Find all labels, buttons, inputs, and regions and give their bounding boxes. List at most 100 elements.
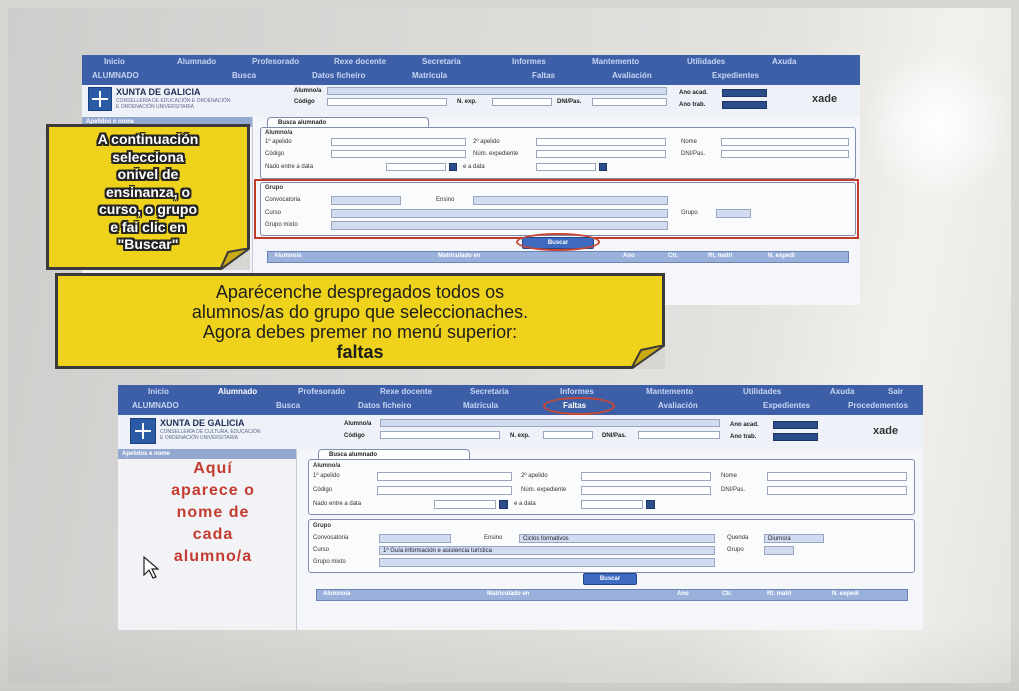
data-fin-field[interactable] [536,163,596,171]
dni-field[interactable] [592,98,667,106]
e-a-data-label: e a data [514,501,536,507]
ano-acad-field[interactable] [722,89,767,97]
nome-field[interactable] [721,138,849,146]
grupo-mixto-select[interactable] [379,558,715,567]
n-exp-field[interactable] [543,431,593,439]
nav-item-rexe[interactable]: Rexe docente [334,57,386,66]
n-exp-field[interactable] [492,98,552,106]
codigo2-field[interactable] [331,150,466,158]
alumno-section-label: Alumno/a [265,130,293,136]
subnav-avaliacion[interactable]: Avaliación [658,401,698,410]
subnav-busca[interactable]: Busca [232,71,256,80]
convocatoria-select[interactable] [379,534,451,543]
subnav-expedientes[interactable]: Expedientes [712,71,759,80]
ap1-label: 1º apelido [265,139,292,145]
callout-left-text: A continuación selecciona onivel de ensi… [49,131,247,254]
ano-trab-field[interactable] [722,101,767,109]
calendar-icon[interactable] [646,500,655,509]
nav-item-axuda[interactable]: Axuda [772,57,796,66]
e-a-data-label: e a data [463,164,485,170]
results-header: Alumno/a Matriculado en Ano Ctr. Rt. mat… [316,589,908,601]
calendar-icon[interactable] [499,500,508,509]
codigo-field[interactable] [380,431,500,439]
dni2-field[interactable] [767,486,907,495]
subnav-busca[interactable]: Busca [276,401,300,410]
alumno-field[interactable] [380,419,720,427]
ap2-field[interactable] [536,138,666,146]
nav-item-sair[interactable]: Sair [888,387,903,396]
curso-label: Curso [313,547,330,553]
nav-item-informes[interactable]: Informes [560,387,594,396]
ano-trab-field[interactable] [773,433,818,441]
subnav-matricula[interactable]: Matrícula [412,71,447,80]
grupo-select[interactable] [764,546,794,555]
codigo2-label: Código [313,487,333,493]
dni2-field[interactable] [721,150,849,158]
nav-item-utilidades[interactable]: Utilidades [743,387,781,396]
subnav-alumnado: ALUMNADO [92,71,139,80]
subnav-procedementos[interactable]: Procedementos [848,401,908,410]
nav-item-profesorado[interactable]: Profesorado [252,57,299,66]
nav-item-profesorado[interactable]: Profesorado [298,387,345,396]
nav-item-alumnado[interactable]: Alumnado [218,387,257,396]
nav-item-axuda[interactable]: Axuda [830,387,854,396]
subnav-datos[interactable]: Datos ficheiro [358,401,411,410]
calendar-icon[interactable] [599,163,607,171]
nav-item-secretaria[interactable]: Secretaría [470,387,509,396]
results-header: Alumno/a Matriculado en Ano Ctr. Rt. mat… [267,251,849,263]
ano-acad-field[interactable] [773,421,818,429]
codigo-field[interactable] [327,98,447,106]
subnav-expedientes[interactable]: Expedientes [763,401,810,410]
quenda-label: Quenda [727,535,749,541]
data-inicio-field[interactable] [386,163,446,171]
num-exp-field[interactable] [581,486,711,495]
alumno-label: Alumno/a [344,421,372,427]
nav-item-informes[interactable]: Informes [512,57,546,66]
subnav-avaliacion[interactable]: Avaliación [612,71,652,80]
nav-item-inicio[interactable]: Inicio [148,387,169,396]
subnav-datos[interactable]: Datos ficheiro [312,71,365,80]
num-exp-field[interactable] [536,150,666,158]
quenda-select[interactable]: Diurno/a [764,534,824,543]
nav-item-rexe[interactable]: Rexe docente [380,387,432,396]
data-inicio-field[interactable] [434,500,496,509]
buscar-button[interactable]: Buscar [583,573,637,585]
ap2-field[interactable] [581,472,711,481]
col-ano: Ano [623,253,635,259]
nav-item-secretaria[interactable]: Secretaría [422,57,461,66]
grupo-section-label: Grupo [313,523,331,529]
nav-item-mantemento[interactable]: Mantemento [592,57,639,66]
callout-left-line4: ensinanza, o [105,183,191,200]
ap1-field[interactable] [377,472,512,481]
bottom-header-band: XUNTA DE GALICIA CONSELLERÍA DE CULTURA,… [118,415,923,449]
calendar-icon[interactable] [449,163,457,171]
alumno-field[interactable] [327,87,667,95]
nome-label: Nome [681,139,698,145]
alumno-section-label: Alumno/a [313,463,341,469]
nome-field[interactable] [767,472,907,481]
col-nexp: N. expedi [832,591,859,597]
data-fin-field[interactable] [581,500,643,509]
ensino-label: Ensino [484,535,503,541]
convocatoria-label: Convocatoria [313,535,349,541]
alumno-panel: Alumno/a 1º apelido 2º apelido Nome Códi… [260,127,856,179]
subnav-matricula[interactable]: Matrícula [463,401,498,410]
callout-left-line2: selecciona [112,148,184,165]
ensino-value: Ciclos formativos [523,536,569,542]
dni-field[interactable] [638,431,720,439]
curso-select[interactable]: 1º Guía información e asistencia turísti… [379,546,715,555]
col-ano: Ano [677,591,689,597]
subnav-faltas[interactable]: Faltas [532,71,555,80]
ensino-select[interactable]: Ciclos formativos [519,534,715,543]
alumno-label: Alumno/a [294,88,322,94]
nav-item-utilidades[interactable]: Utilidades [687,57,725,66]
nav-item-inicio[interactable]: Inicio [104,57,125,66]
nav-item-mantemento[interactable]: Mantemento [646,387,693,396]
callout-left-fold [220,248,250,270]
ap1-field[interactable] [331,138,466,146]
codigo2-field[interactable] [377,486,512,495]
nav-item-alumnado[interactable]: Alumnado [177,57,216,66]
callout-mid-text: Aparécenche despregados todos os alumnos… [58,282,662,362]
callout-left-line3: onivel de [117,166,179,182]
grupo-label: Grupo [727,547,744,553]
